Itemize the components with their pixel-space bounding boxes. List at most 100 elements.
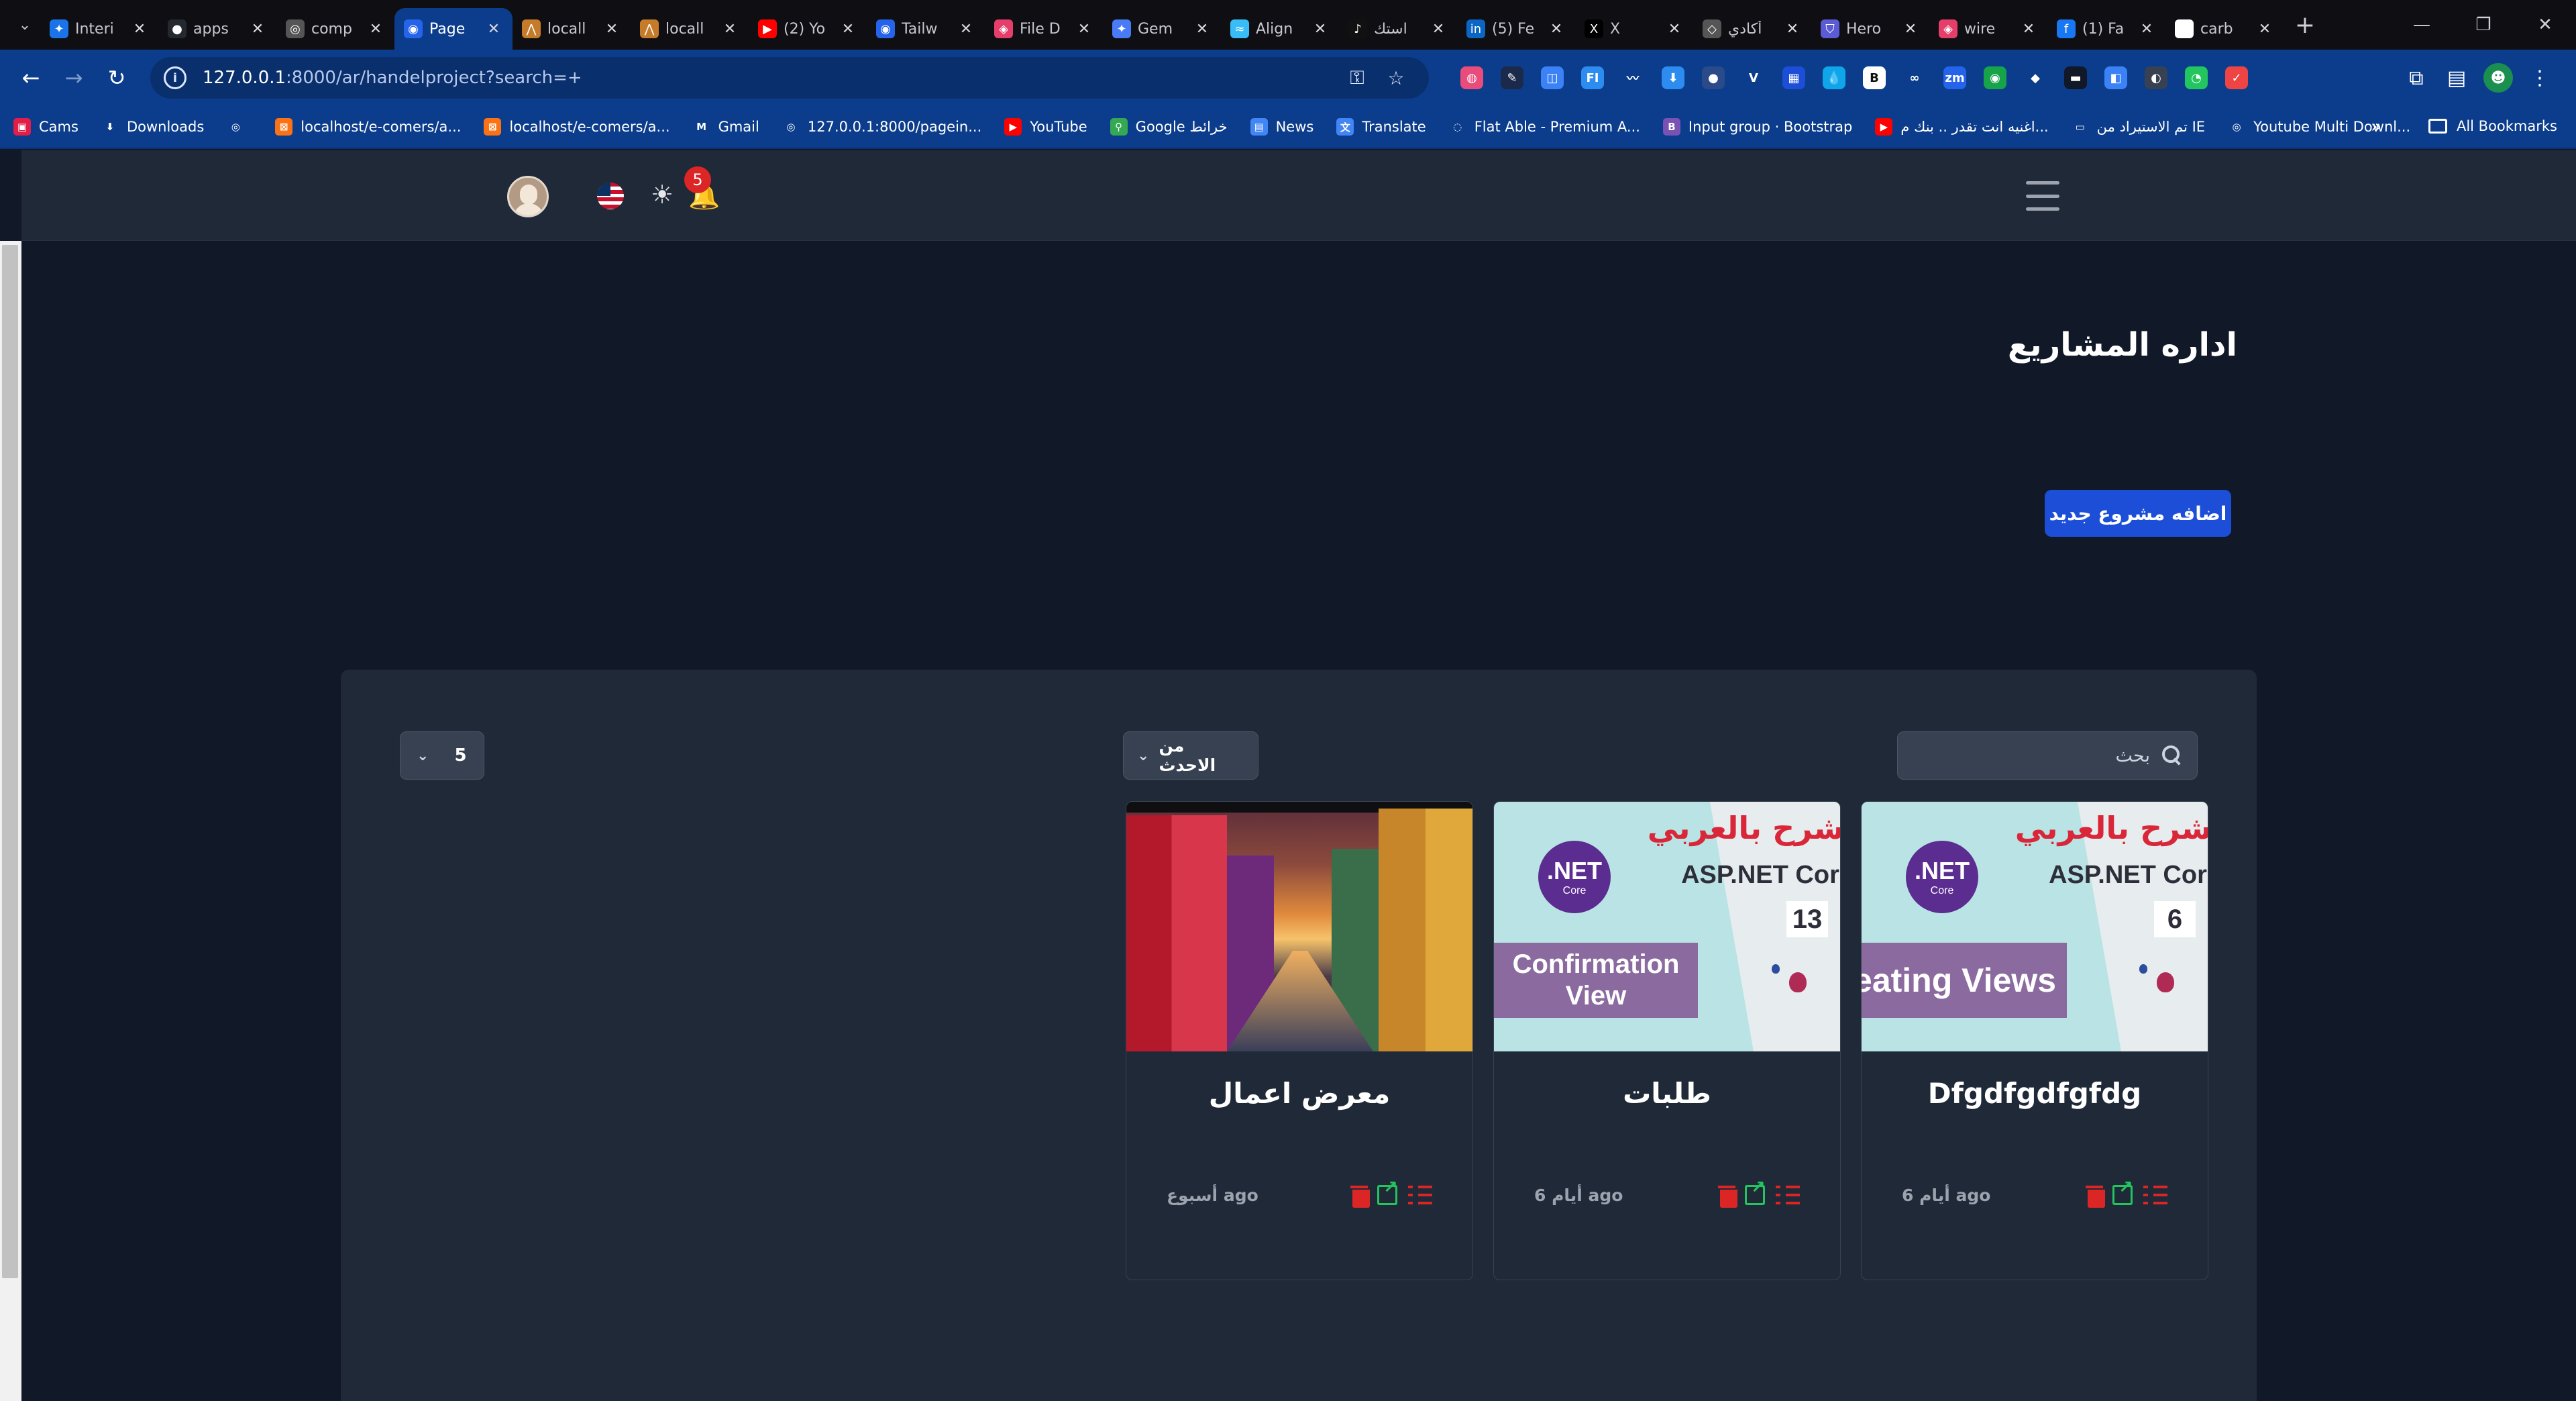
tab-close-icon[interactable]: ✕ xyxy=(1075,21,1093,38)
extension-icon[interactable]: ◐ xyxy=(2145,66,2167,89)
bookmark-item[interactable]: ⊠ localhost/e-comers/a... xyxy=(275,118,461,136)
sort-select[interactable]: ⌄ من الاحدث xyxy=(1123,731,1258,780)
extension-icon[interactable]: ◧ xyxy=(2104,66,2127,89)
tab-close-icon[interactable]: ✕ xyxy=(248,21,267,38)
project-thumbnail[interactable]: .NET Core شرح بالعربي ASP.NET Core 13 Confirm… xyxy=(1494,802,1840,1051)
scrollbar-thumb[interactable] xyxy=(2,245,18,1278)
browser-tab[interactable]: f (1) Fa ✕ xyxy=(2047,8,2165,50)
extension-icon[interactable]: ✓ xyxy=(2225,66,2248,89)
browser-tab[interactable]: ⋀ locall ✕ xyxy=(631,8,749,50)
extension-icon[interactable]: 〰 xyxy=(1621,66,1644,89)
bookmark-item[interactable]: ◎ 127.0.0.1:8000/pagein... xyxy=(782,118,981,136)
theme-toggle-sun-icon[interactable]: ☀ xyxy=(651,180,674,209)
extension-icon[interactable]: ∞ xyxy=(1903,66,1926,89)
extension-icon[interactable]: B xyxy=(1863,66,1886,89)
page-scrollbar[interactable] xyxy=(0,241,21,1401)
bookmark-item[interactable]: ▣ Cams xyxy=(13,118,78,136)
tab-close-icon[interactable]: ✕ xyxy=(602,21,621,38)
project-card[interactable]: معرض اعمال أسبوع ago xyxy=(1126,801,1473,1280)
reload-button[interactable]: ↻ xyxy=(95,56,138,99)
extension-icon[interactable]: ◉ xyxy=(1984,66,2006,89)
site-info-icon[interactable]: i xyxy=(164,66,186,89)
tab-close-icon[interactable]: ✕ xyxy=(1783,21,1802,38)
browser-tab[interactable]: ◈ wire ✕ xyxy=(1929,8,2047,50)
delete-icon[interactable] xyxy=(1350,1184,1370,1208)
new-tab-button[interactable]: + xyxy=(2289,11,2321,39)
extension-icon[interactable]: ◫ xyxy=(1541,66,1564,89)
browser-tab[interactable]: ◈ File D ✕ xyxy=(985,8,1103,50)
extension-icon[interactable]: ◔ xyxy=(2185,66,2208,89)
bookmark-item[interactable]: ▭ تم الاستيراد من IE xyxy=(2071,118,2205,136)
tab-close-icon[interactable]: ✕ xyxy=(1547,21,1566,38)
external-link-icon[interactable] xyxy=(2112,1178,2133,1205)
bookmark-item[interactable]: 文 Translate xyxy=(1336,118,1426,136)
back-button[interactable]: ← xyxy=(9,56,52,99)
extension-icon[interactable]: ◆ xyxy=(2024,66,2047,89)
delete-icon[interactable] xyxy=(2086,1184,2105,1208)
search-input[interactable] xyxy=(1949,745,2150,766)
browser-tab[interactable]: X X ✕ xyxy=(1575,8,1693,50)
all-bookmarks-button[interactable]: All Bookmarks xyxy=(2428,118,2557,134)
tab-close-icon[interactable]: ✕ xyxy=(484,21,503,38)
project-card[interactable]: .NET Core شرح بالعربي ASP.NET Core 13 Confirm… xyxy=(1493,801,1841,1280)
hamburger-menu-icon[interactable] xyxy=(2026,181,2059,211)
extension-icon[interactable]: zm xyxy=(1943,66,1966,89)
browser-tab[interactable]: ◉ Page ✕ xyxy=(394,8,513,50)
url-text[interactable]: 127.0.0.1:8000/ar/handelproject?search=+ xyxy=(203,68,1338,88)
tab-close-icon[interactable]: ✕ xyxy=(957,21,975,38)
bookmark-item[interactable]: B Input group · Bootstrap xyxy=(1662,118,1852,136)
extensions-puzzle-icon[interactable]: ⧉ xyxy=(2396,66,2436,90)
extension-icon[interactable]: ● xyxy=(1702,66,1725,89)
browser-tab[interactable]: ◉ Tailw ✕ xyxy=(867,8,985,50)
external-link-icon[interactable] xyxy=(1745,1178,1766,1205)
forward-button[interactable]: → xyxy=(52,56,95,99)
per-page-select[interactable]: ⌄ 5 xyxy=(400,731,484,780)
browser-tab[interactable]: ◎ comp ✕ xyxy=(276,8,394,50)
restore-button[interactable]: ❐ xyxy=(2453,0,2514,50)
user-avatar[interactable] xyxy=(507,176,549,217)
bookmark-item[interactable]: ▶ YouTube xyxy=(1004,118,1087,136)
browser-tab[interactable]: ⛉ Hero ✕ xyxy=(1811,8,1929,50)
tab-close-icon[interactable]: ✕ xyxy=(720,21,739,38)
list-details-icon[interactable] xyxy=(2143,1186,2167,1204)
minimize-button[interactable]: — xyxy=(2391,0,2453,50)
bookmarks-overflow-button[interactable]: » xyxy=(2371,117,2381,137)
tab-close-icon[interactable]: ✕ xyxy=(2255,21,2274,38)
bookmark-item[interactable]: ▶ اغنيه انت تقدر .. بنك م... xyxy=(1875,118,2049,136)
browser-tab[interactable]: ▶ (2) Yo ✕ xyxy=(749,8,867,50)
extension-icon[interactable]: ✎ xyxy=(1501,66,1523,89)
address-bar[interactable]: i 127.0.0.1:8000/ar/handelproject?search… xyxy=(150,57,1429,99)
tab-close-icon[interactable]: ✕ xyxy=(1429,21,1448,38)
extension-icon[interactable]: ⬇ xyxy=(1662,66,1684,89)
bookmark-item[interactable]: ⚲ Google خرائط xyxy=(1110,118,1228,136)
browser-tab[interactable]: ≈ Align ✕ xyxy=(1221,8,1339,50)
tab-close-icon[interactable]: ✕ xyxy=(839,21,857,38)
bookmark-item[interactable]: M Gmail xyxy=(692,118,759,136)
reading-list-icon[interactable]: ▤ xyxy=(2436,66,2477,90)
browser-menu-icon[interactable]: ⋮ xyxy=(2520,66,2560,90)
extension-icon[interactable]: ▦ xyxy=(1782,66,1805,89)
list-details-icon[interactable] xyxy=(1776,1186,1800,1204)
browser-tab[interactable]: ⋀ locall ✕ xyxy=(513,8,631,50)
browser-tab[interactable]: in (5) Fe ✕ xyxy=(1457,8,1575,50)
tab-close-icon[interactable]: ✕ xyxy=(1901,21,1920,38)
password-key-icon[interactable]: ⚿ xyxy=(1338,66,1377,89)
bookmark-item[interactable]: ⬇ Downloads xyxy=(101,118,204,136)
bookmark-item[interactable]: ⊠ localhost/e-comers/a... xyxy=(484,118,670,136)
extension-icon[interactable]: V xyxy=(1742,66,1765,89)
tab-close-icon[interactable]: ✕ xyxy=(1193,21,1212,38)
language-flag-icon[interactable] xyxy=(597,183,624,209)
external-link-icon[interactable] xyxy=(1377,1178,1398,1205)
browser-tab[interactable]: ◇ أكادي ✕ xyxy=(1693,8,1811,50)
delete-icon[interactable] xyxy=(1718,1184,1737,1208)
tab-close-icon[interactable]: ✕ xyxy=(130,21,149,38)
browser-tab[interactable]: ♪ استك ✕ xyxy=(1339,8,1457,50)
browser-tab[interactable]: ● apps ✕ xyxy=(158,8,276,50)
browser-tab[interactable]: Gcarb ✕ xyxy=(2165,8,2284,50)
bookmark-star-icon[interactable]: ☆ xyxy=(1377,67,1415,89)
tab-close-icon[interactable]: ✕ xyxy=(1665,21,1684,38)
list-details-icon[interactable] xyxy=(1408,1186,1432,1204)
tab-search-button[interactable]: ⌄ xyxy=(9,9,40,40)
project-card[interactable]: .NETCore شرح بالعربي ASP.NET Core 6 Creating… xyxy=(1861,801,2208,1280)
add-project-button[interactable]: اضافه مشروع جديد xyxy=(2045,490,2231,537)
